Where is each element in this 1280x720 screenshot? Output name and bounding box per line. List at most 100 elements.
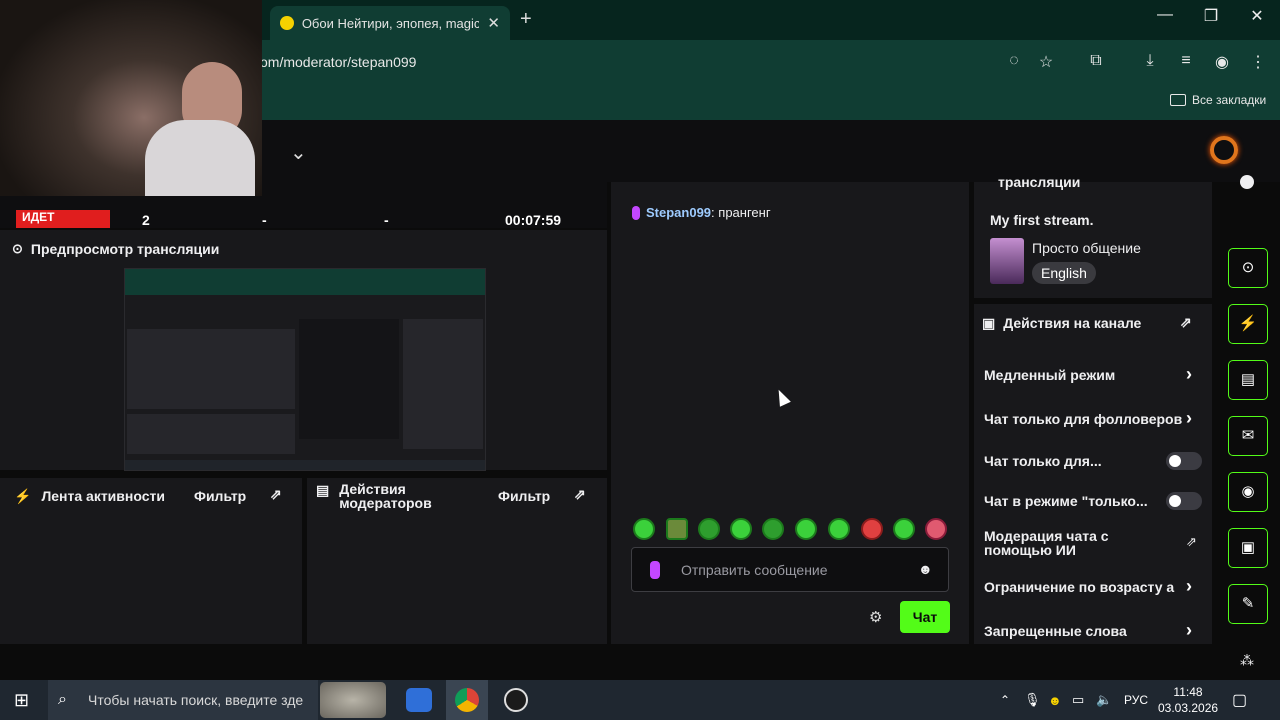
download-icon[interactable]: ⤓ <box>1138 52 1162 74</box>
mod-actions-filter[interactable]: Фильтр <box>498 488 550 504</box>
info-icon[interactable] <box>1240 175 1254 189</box>
activity-header: ⚡ Лента активности <box>14 488 165 505</box>
minimize-icon[interactable]: — <box>1150 6 1180 24</box>
app-icon[interactable] <box>406 688 432 712</box>
restore-icon[interactable]: ❐ <box>1196 6 1226 26</box>
stream-category[interactable]: Просто общение <box>1032 240 1141 256</box>
folder-icon <box>1170 94 1186 106</box>
chat-placeholder[interactable]: Отправить сообщение <box>681 562 828 578</box>
mod-actions-popout-icon[interactable]: ⇗ <box>574 486 586 503</box>
broadcast-toggle-icon[interactable]: ◉ <box>1228 472 1268 512</box>
gear-icon[interactable]: ⚙ <box>869 608 882 626</box>
chat-mic-icon[interactable] <box>650 561 660 579</box>
followers-count: - <box>262 212 267 228</box>
chevron-down-icon[interactable]: ⌄ <box>290 140 307 165</box>
activity-popout-icon[interactable]: ⇗ <box>270 486 282 503</box>
wrench-icon[interactable]: ✎ <box>1228 584 1268 624</box>
close-window-icon[interactable]: ✕ <box>1242 6 1272 26</box>
url-field[interactable]: om/moderator/stepan099 <box>260 54 416 70</box>
elephants-search-image <box>320 682 386 718</box>
notifications-icon[interactable]: ▢ <box>1232 680 1247 720</box>
emote-icon[interactable] <box>893 518 915 540</box>
browser-tab[interactable]: Обои Нейтири, эпопея, magic ✕ <box>270 6 510 40</box>
banned-words-item[interactable]: Запрещенные слова <box>984 623 1127 639</box>
webcam-person-shirt <box>145 120 255 196</box>
chat-toggle-icon[interactable]: ✉ <box>1228 416 1268 456</box>
stream-info-heading: трансляции <box>998 174 1081 190</box>
tray-expand-icon[interactable]: ⌃ <box>1000 680 1010 720</box>
tab-title: Обои Нейтири, эпопея, magic <box>301 15 480 31</box>
network-icon[interactable]: ▭ <box>1072 680 1084 720</box>
lightning-icon: ⚡ <box>14 488 32 504</box>
chat-only-for-toggle[interactable] <box>1166 452 1202 470</box>
external-link-icon[interactable]: ⇗ <box>1186 534 1197 550</box>
language-tag: English <box>1032 262 1096 284</box>
clock-date: 03.03.2026 <box>1158 701 1219 715</box>
preview-header: ⊙ Предпросмотр трансляции <box>12 241 219 257</box>
lightning-toggle-icon[interactable]: ⚡ <box>1228 304 1268 344</box>
stream-preview[interactable] <box>124 268 486 471</box>
chat-text: прангенг <box>718 205 771 220</box>
preview-icon: ⊙ <box>12 241 23 256</box>
chevron-right-icon[interactable]: › <box>1186 576 1192 597</box>
site-logo[interactable] <box>1210 136 1238 164</box>
emote-icon[interactable] <box>925 518 947 540</box>
ai-moderation-line2: помощью ИИ <box>984 542 1076 558</box>
chat-send-button[interactable]: Чат <box>900 601 950 633</box>
tray-mic-icon[interactable]: 🎙 <box>1024 680 1041 720</box>
all-bookmarks[interactable]: Все закладки <box>1170 93 1266 107</box>
emote-icon[interactable] <box>795 518 817 540</box>
emote-icon[interactable] <box>828 518 850 540</box>
channel-actions-header: ▣ Действия на канале <box>982 315 1141 332</box>
emote-icon[interactable] <box>762 518 784 540</box>
followers-only-item[interactable]: Чат только для фолловеров <box>984 411 1182 427</box>
eye-off-icon[interactable]: ◌ <box>1002 52 1026 74</box>
emote-icon[interactable] <box>633 518 655 540</box>
chrome-icon <box>455 688 479 712</box>
emoji-icon[interactable]: ☻ <box>918 561 933 577</box>
chevron-right-icon[interactable]: › <box>1186 620 1192 641</box>
channel-actions-popout-icon[interactable]: ⇗ <box>1180 314 1192 331</box>
close-tab-icon[interactable]: ✕ <box>487 14 500 32</box>
windows-start-icon[interactable]: ⊞ <box>14 680 29 720</box>
taskbar-search-placeholder[interactable]: Чтобы начать поиск, введите зде <box>88 680 314 720</box>
age-restriction-item[interactable]: Ограничение по возрасту а <box>984 579 1180 595</box>
star-icon[interactable]: ☆ <box>1034 52 1058 74</box>
emote-icon[interactable] <box>666 518 688 540</box>
clock[interactable]: 11:48 03.03.2026 <box>1158 684 1218 716</box>
emote-icon[interactable] <box>861 518 883 540</box>
slow-mode-item[interactable]: Медленный режим <box>984 367 1115 383</box>
document-toggle-icon[interactable]: ▤ <box>1228 360 1268 400</box>
document-icon: ▤ <box>316 482 330 498</box>
preview-toggle-icon[interactable]: ⊙ <box>1228 248 1268 288</box>
tray-app-icon[interactable]: ☻ <box>1048 680 1062 720</box>
extensions-icon[interactable]: ⧉ <box>1084 52 1108 74</box>
mod-actions-title-line2: модераторов <box>339 495 432 511</box>
preview-panel-block <box>127 329 295 409</box>
profile-icon[interactable]: ◉ <box>1210 52 1234 74</box>
stream-title: My first stream. <box>990 212 1094 228</box>
activity-filter[interactable]: Фильтр <box>194 488 246 504</box>
media-icon[interactable]: ≡ <box>1174 52 1198 74</box>
obs-icon[interactable] <box>504 688 528 712</box>
input-language[interactable]: РУС <box>1124 680 1148 720</box>
menu-icon[interactable]: ⋮ <box>1246 52 1270 74</box>
chat-only-for-item: Чат только для... <box>984 453 1102 469</box>
chevron-right-icon[interactable]: › <box>1186 408 1192 429</box>
subs-count: - <box>384 212 389 228</box>
emote-icon[interactable] <box>698 518 720 540</box>
tab-favicon-icon <box>280 16 294 30</box>
all-bookmarks-label: Все закладки <box>1192 93 1267 107</box>
channel-actions-toggle-icon[interactable]: ▣ <box>1228 528 1268 568</box>
chevron-right-icon[interactable]: › <box>1186 364 1192 385</box>
chat-mode-only-toggle[interactable] <box>1166 492 1202 510</box>
webcam-overlay <box>0 0 262 196</box>
new-tab-icon[interactable]: + <box>520 8 532 31</box>
ai-moderation-item[interactable]: Модерация чата с помощью ИИ <box>984 529 1109 557</box>
chat-username[interactable]: Stepan099 <box>646 205 711 220</box>
emote-icon[interactable] <box>730 518 752 540</box>
preview-bottom-block <box>127 414 295 454</box>
volume-icon[interactable]: 🔈 <box>1096 680 1112 720</box>
preview-chat-block <box>299 319 399 439</box>
layout-icon[interactable]: ⁂ <box>1240 652 1254 669</box>
